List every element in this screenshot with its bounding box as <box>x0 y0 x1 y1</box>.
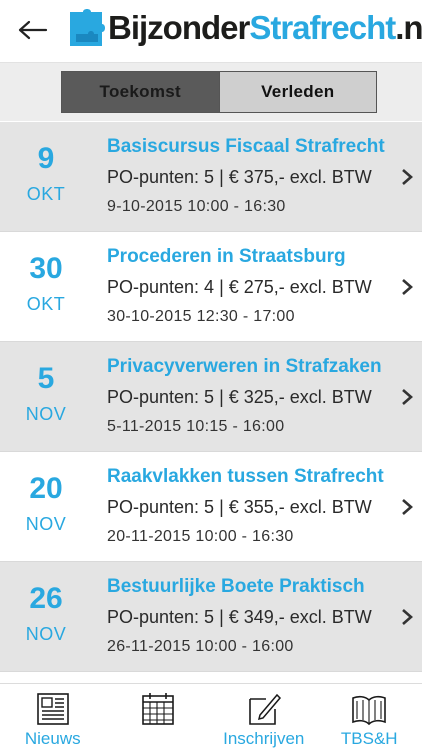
course-title: Procederen in Straatsburg <box>107 246 407 268</box>
tab-news[interactable]: Nieuws <box>0 684 106 751</box>
course-day: 26 <box>0 582 92 616</box>
course-price: PO-punten: 5 | € 375,- excl. BTW <box>107 167 397 188</box>
segment-bar: Toekomst Verleden <box>0 63 422 121</box>
course-row[interactable]: 9 OKT Basiscursus Fiscaal Strafrecht PO-… <box>0 122 422 232</box>
course-row[interactable]: 30 OKT Procederen in Straatsburg PO-punt… <box>0 232 422 342</box>
tab-calendar[interactable] <box>106 684 212 751</box>
course-day: 30 <box>0 252 92 286</box>
course-list: 9 OKT Basiscursus Fiscaal Strafrecht PO-… <box>0 122 422 672</box>
pencil-icon <box>246 691 282 727</box>
course-time: 26-11-2015 10:00 - 16:00 <box>107 638 397 656</box>
course-time: 30-10-2015 12:30 - 17:00 <box>107 308 397 326</box>
tab-register-label: Inschrijven <box>211 729 317 749</box>
course-title: Basiscursus Fiscaal Strafrecht <box>107 136 407 158</box>
course-title: Bestuurlijke Boete Praktisch <box>107 576 407 598</box>
arrow-left-icon <box>18 20 48 40</box>
chevron-right-icon <box>400 168 414 186</box>
chevron-right-icon <box>400 388 414 406</box>
course-row[interactable]: 5 NOV Privacyverweren in Strafzaken PO-p… <box>0 342 422 452</box>
newspaper-icon <box>35 691 71 727</box>
course-row[interactable]: 20 NOV Raakvlakken tussen Strafrecht PO-… <box>0 452 422 562</box>
course-title: Privacyverweren in Strafzaken <box>107 356 407 378</box>
logo-puzzle-icon <box>68 8 106 48</box>
tab-bar: Nieuws Inschrijven TBS&H <box>0 683 422 751</box>
course-day: 5 <box>0 362 92 396</box>
course-title: Raakvlakken tussen Strafrecht <box>107 466 407 488</box>
course-month: OKT <box>0 184 92 205</box>
course-day: 9 <box>0 142 92 176</box>
course-price: PO-punten: 5 | € 355,- excl. BTW <box>107 497 397 518</box>
segmented-control: Toekomst Verleden <box>61 71 377 113</box>
book-icon <box>351 691 387 727</box>
course-month: NOV <box>0 404 92 425</box>
tab-tbsh[interactable]: TBS&H <box>317 684 422 751</box>
back-button[interactable] <box>14 14 52 46</box>
chevron-right-icon <box>400 278 414 296</box>
course-day: 20 <box>0 472 92 506</box>
segment-past[interactable]: Verleden <box>219 72 377 112</box>
logo: BijzonderStrafrecht.n <box>68 6 422 50</box>
tab-register[interactable]: Inschrijven <box>211 684 317 751</box>
segment-future[interactable]: Toekomst <box>62 72 219 112</box>
course-month: NOV <box>0 624 92 645</box>
chevron-right-icon <box>400 608 414 626</box>
course-price: PO-punten: 5 | € 349,- excl. BTW <box>107 607 397 628</box>
course-row[interactable]: 26 NOV Bestuurlijke Boete Praktisch PO-p… <box>0 562 422 672</box>
course-time: 5-11-2015 10:15 - 16:00 <box>107 418 397 436</box>
course-time: 9-10-2015 10:00 - 16:30 <box>107 198 397 216</box>
course-time: 20-11-2015 10:00 - 16:30 <box>107 528 397 546</box>
course-month: NOV <box>0 514 92 535</box>
chevron-right-icon <box>400 498 414 516</box>
course-price: PO-punten: 5 | € 325,- excl. BTW <box>107 387 397 408</box>
tab-tbsh-label: TBS&H <box>317 729 422 749</box>
course-price: PO-punten: 4 | € 275,- excl. BTW <box>107 277 397 298</box>
calendar-icon <box>140 691 176 727</box>
logo-text: BijzonderStrafrecht.n <box>108 9 422 47</box>
course-month: OKT <box>0 294 92 315</box>
header: BijzonderStrafrecht.n <box>0 0 422 63</box>
tab-news-label: Nieuws <box>0 729 106 749</box>
